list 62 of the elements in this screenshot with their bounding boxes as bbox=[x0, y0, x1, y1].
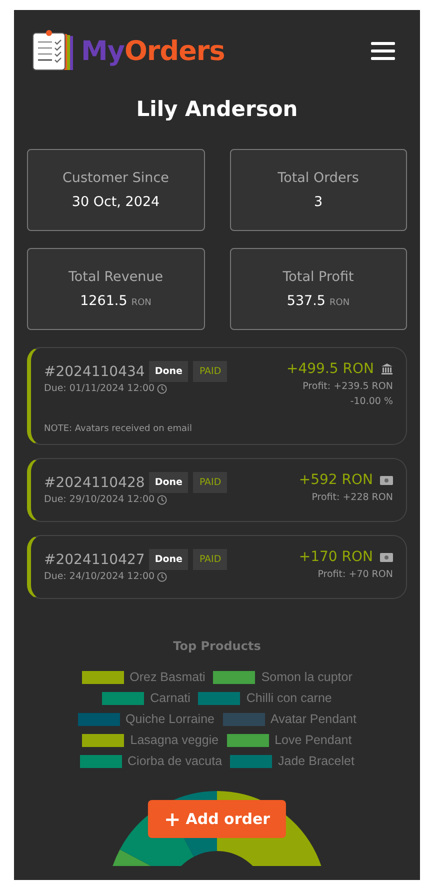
legend-label[interactable]: Somon la cuptor bbox=[261, 670, 352, 684]
order-profit: Profit: +239.5 RON bbox=[302, 381, 393, 392]
clock-icon bbox=[156, 384, 167, 394]
payment-tag: PAID bbox=[193, 361, 228, 382]
due-date: Due: 29/10/2024 12:00 bbox=[44, 494, 155, 505]
legend-swatch[interactable] bbox=[78, 712, 120, 726]
menu-icon[interactable] bbox=[371, 41, 395, 61]
legend-swatch[interactable] bbox=[80, 754, 122, 768]
due-date: Due: 01/11/2024 12:00 bbox=[44, 383, 155, 394]
legend-label[interactable]: Love Pendant bbox=[274, 733, 352, 747]
legend-swatch[interactable] bbox=[102, 692, 144, 704]
legend-swatch[interactable] bbox=[222, 712, 264, 726]
legend-label[interactable]: Lasagna veggie bbox=[130, 733, 219, 747]
order-number: #2024110428 bbox=[44, 474, 145, 490]
legend-label[interactable]: Chilli con carne bbox=[246, 691, 332, 705]
order-amount: +170 RON bbox=[298, 549, 373, 565]
legend-label[interactable]: Ciorba de vacuta bbox=[128, 754, 222, 768]
stat-value: 30 Oct, 2024 bbox=[72, 194, 160, 210]
stat-label: Total Revenue bbox=[68, 269, 164, 285]
order-card[interactable]: #2024110428 Done PAID Due: 29/10/2024 12:00 +592 RON Profit: +228 RON bbox=[27, 458, 407, 522]
stat-value: 3 bbox=[314, 194, 323, 210]
stat-label: Total Profit bbox=[282, 269, 354, 285]
legend-swatch[interactable] bbox=[198, 692, 240, 704]
banknote-icon bbox=[380, 552, 393, 562]
legend-label[interactable]: Avatar Pendant bbox=[270, 712, 356, 726]
legend-swatch[interactable] bbox=[82, 670, 124, 684]
legend-swatch[interactable] bbox=[82, 734, 124, 746]
order-note: NOTE: Avatars received on email bbox=[44, 424, 194, 434]
payment-tag: PAID bbox=[193, 549, 228, 570]
status-tag: Done bbox=[148, 361, 188, 382]
order-card[interactable]: #2024110427 Done PAID Due: 24/10/2024 12:00 +170 RON Profit: +70 RON bbox=[27, 535, 407, 599]
payment-tag: PAID bbox=[193, 472, 228, 493]
legend-label[interactable]: Carnati bbox=[150, 691, 190, 705]
customer-name: Lily Anderson bbox=[135, 97, 299, 121]
bank-icon bbox=[381, 363, 393, 375]
legend-swatch[interactable] bbox=[230, 754, 272, 768]
order-amount: +499.5 RON bbox=[286, 361, 374, 377]
stat-label: Total Orders bbox=[278, 170, 359, 186]
order-profit: Profit: +228 RON bbox=[312, 492, 393, 503]
stat-value: 537.5 RON bbox=[286, 293, 350, 309]
clock-icon bbox=[156, 572, 167, 582]
clock-icon bbox=[156, 494, 167, 504]
banknote-icon bbox=[380, 476, 393, 484]
section-title: Top Products bbox=[172, 639, 262, 653]
legend-swatch[interactable] bbox=[226, 734, 269, 746]
status-tag: Done bbox=[148, 472, 188, 493]
legend-label[interactable]: Orez Basmati bbox=[130, 670, 206, 684]
legend-label[interactable]: Quiche Lorraine bbox=[126, 712, 214, 726]
order-amount: +592 RON bbox=[298, 472, 373, 488]
status-tag: Done bbox=[148, 549, 188, 570]
legend-label[interactable]: Jade Bracelet bbox=[278, 754, 354, 768]
legend-swatch[interactable] bbox=[213, 670, 256, 684]
due-date: Due: 24/10/2024 12:00 bbox=[44, 571, 155, 582]
stat-value: 1261.5 RON bbox=[80, 293, 152, 309]
order-number: #2024110427 bbox=[44, 552, 145, 568]
logo-text: MyOrders bbox=[81, 36, 225, 66]
order-number: #2024110434 bbox=[44, 364, 145, 380]
order-card[interactable]: #2024110434 Done PAID Due: 01/11/2024 12:00 NOTE: Avatars received on email +499.5 RON Profit: +239.5 RON -10.00 % bbox=[27, 347, 407, 445]
order-profit: Profit: +70 RON bbox=[318, 569, 393, 580]
add-order-button[interactable]: + Add order bbox=[148, 800, 286, 838]
order-discount: -10.00 % bbox=[350, 396, 393, 407]
stat-label: Customer Since bbox=[62, 170, 169, 186]
